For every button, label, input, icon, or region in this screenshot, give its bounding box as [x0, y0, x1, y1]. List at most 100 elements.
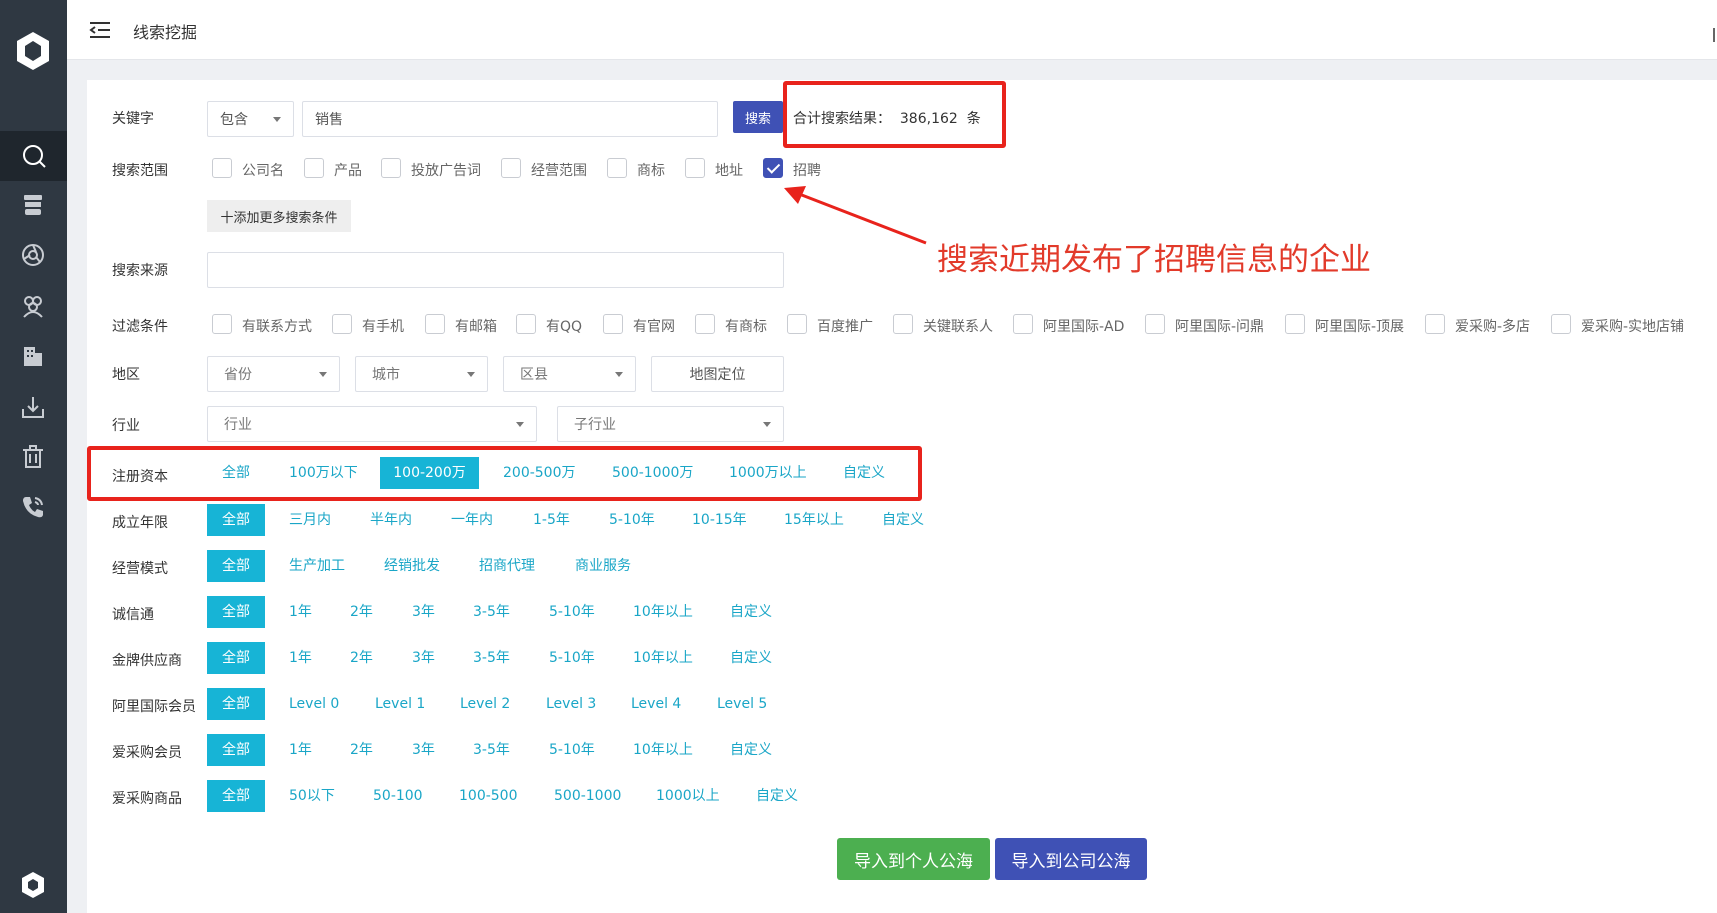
goods-option-custom[interactable]: 自定义 — [756, 780, 798, 812]
goods-option-100-500[interactable]: 100-500 — [459, 780, 518, 812]
chengxin-option-3-5y[interactable]: 3-5年 — [473, 596, 510, 628]
sub-industry-select[interactable]: 子行业 — [557, 406, 784, 442]
logo-bottom-icon[interactable] — [18, 870, 48, 900]
city-select[interactable]: 城市 — [355, 356, 488, 392]
menu-toggle-icon[interactable] — [89, 20, 111, 40]
alibaba-option-level5[interactable]: Level 5 — [717, 688, 767, 720]
phone-icon[interactable] — [15, 489, 51, 525]
filter-checkbox-trademark[interactable] — [695, 314, 715, 334]
filter-checkbox-mobile[interactable] — [332, 314, 352, 334]
search-icon[interactable] — [0, 131, 67, 181]
keyword-mode-select[interactable]: 包含 — [207, 101, 294, 137]
logo-icon[interactable] — [12, 30, 54, 72]
goods-option-under-50[interactable]: 50以下 — [289, 780, 335, 812]
scope-checkbox-product[interactable] — [304, 158, 324, 178]
aicaigou-option-10y-plus[interactable]: 10年以上 — [633, 734, 693, 766]
gold-option-2y[interactable]: 2年 — [350, 642, 373, 674]
aicaigou-option-3-5y[interactable]: 3-5年 — [473, 734, 510, 766]
scope-checkbox-ad-words[interactable] — [381, 158, 401, 178]
goods-option-all[interactable]: 全部 — [207, 780, 265, 812]
founded-option-15y-plus[interactable]: 15年以上 — [784, 504, 844, 536]
district-select[interactable]: 区县 — [503, 356, 636, 392]
filter-checkbox-aicaigou-multi[interactable] — [1425, 314, 1445, 334]
filter-checkbox-ali-dingzhan[interactable] — [1285, 314, 1305, 334]
aicaigou-option-all[interactable]: 全部 — [207, 734, 265, 766]
add-search-condition-button[interactable]: 十添加更多搜索条件 — [207, 200, 351, 232]
aicaigou-option-custom[interactable]: 自定义 — [730, 734, 772, 766]
scope-checkbox-company[interactable] — [212, 158, 232, 178]
filter-checkbox-qq[interactable] — [516, 314, 536, 334]
search-button[interactable]: 搜索 — [733, 101, 783, 133]
gold-option-5-10y[interactable]: 5-10年 — [549, 642, 595, 674]
goods-option-500-1000[interactable]: 500-1000 — [554, 780, 621, 812]
goods-option-50-100[interactable]: 50-100 — [373, 780, 423, 812]
mode-option-production[interactable]: 生产加工 — [289, 550, 345, 582]
scope-checkbox-business-scope[interactable] — [501, 158, 521, 178]
import-company-pool-button[interactable]: 导入到公司公海 — [995, 838, 1147, 880]
industry-select[interactable]: 行业 — [207, 406, 537, 442]
trash-icon[interactable] — [15, 439, 51, 475]
filter-label-ali-ad: 阿里国际-AD — [1043, 319, 1125, 335]
chengxin-option-10y-plus[interactable]: 10年以上 — [633, 596, 693, 628]
scope-checkbox-address[interactable] — [685, 158, 705, 178]
filter-checkbox-ali-wending[interactable] — [1145, 314, 1165, 334]
mode-option-wholesale[interactable]: 经销批发 — [384, 550, 440, 582]
gold-option-all[interactable]: 全部 — [207, 642, 265, 674]
download-icon[interactable] — [15, 389, 51, 425]
gold-option-3-5y[interactable]: 3-5年 — [473, 642, 510, 674]
filter-checkbox-key-contact[interactable] — [893, 314, 913, 334]
aicaigou-option-5-10y[interactable]: 5-10年 — [549, 734, 595, 766]
filter-checkbox-ali-ad[interactable] — [1013, 314, 1033, 334]
chevron-down-icon — [467, 372, 475, 377]
mode-option-service[interactable]: 商业服务 — [575, 550, 631, 582]
alibaba-option-level1[interactable]: Level 1 — [375, 688, 425, 720]
founded-option-1-5y[interactable]: 1-5年 — [533, 504, 570, 536]
chengxin-option-1y[interactable]: 1年 — [289, 596, 312, 628]
gold-option-1y[interactable]: 1年 — [289, 642, 312, 674]
chengxin-option-2y[interactable]: 2年 — [350, 596, 373, 628]
building-icon[interactable] — [15, 338, 51, 374]
aperture-icon[interactable] — [15, 237, 51, 273]
aicaigou-option-3y[interactable]: 3年 — [412, 734, 435, 766]
scope-checkbox-trademark[interactable] — [607, 158, 627, 178]
scope-checkbox-recruit[interactable] — [763, 158, 783, 178]
filter-checkbox-contact[interactable] — [212, 314, 232, 334]
alibaba-option-all[interactable]: 全部 — [207, 688, 265, 720]
chengxin-option-5-10y[interactable]: 5-10年 — [549, 596, 595, 628]
founded-option-10-15y[interactable]: 10-15年 — [692, 504, 747, 536]
founded-option-1y[interactable]: 一年内 — [451, 504, 493, 536]
top-right-mark[interactable] — [1713, 28, 1717, 42]
mode-option-agency[interactable]: 招商代理 — [479, 550, 535, 582]
goods-option-over-1000[interactable]: 1000以上 — [656, 780, 720, 812]
alibaba-option-level4[interactable]: Level 4 — [631, 688, 681, 720]
gold-option-3y[interactable]: 3年 — [412, 642, 435, 674]
chengxin-option-custom[interactable]: 自定义 — [730, 596, 772, 628]
founded-option-all[interactable]: 全部 — [207, 504, 265, 536]
aicaigou-option-2y[interactable]: 2年 — [350, 734, 373, 766]
chengxin-option-3y[interactable]: 3年 — [412, 596, 435, 628]
map-locate-label: 地图定位 — [689, 367, 746, 383]
database-icon[interactable] — [15, 187, 51, 223]
aicaigou-option-1y[interactable]: 1年 — [289, 734, 312, 766]
founded-option-5-10y[interactable]: 5-10年 — [609, 504, 655, 536]
gold-option-10y-plus[interactable]: 10年以上 — [633, 642, 693, 674]
gold-option-custom[interactable]: 自定义 — [730, 642, 772, 674]
founded-option-3m[interactable]: 三月内 — [289, 504, 331, 536]
alibaba-option-level2[interactable]: Level 2 — [460, 688, 510, 720]
filter-checkbox-aicaigou-store[interactable] — [1551, 314, 1571, 334]
mode-option-all[interactable]: 全部 — [207, 550, 265, 582]
province-select[interactable]: 省份 — [207, 356, 340, 392]
founded-option-6m[interactable]: 半年内 — [370, 504, 412, 536]
users-icon[interactable] — [15, 288, 51, 324]
filter-checkbox-email[interactable] — [425, 314, 445, 334]
alibaba-option-level0[interactable]: Level 0 — [289, 688, 339, 720]
filter-checkbox-website[interactable] — [603, 314, 623, 334]
filter-checkbox-baidu[interactable] — [787, 314, 807, 334]
alibaba-option-level3[interactable]: Level 3 — [546, 688, 596, 720]
source-input[interactable] — [207, 252, 784, 288]
keyword-input[interactable]: 销售 — [302, 101, 718, 137]
import-personal-pool-button[interactable]: 导入到个人公海 — [837, 838, 990, 880]
founded-option-custom[interactable]: 自定义 — [882, 504, 924, 536]
chengxin-option-all[interactable]: 全部 — [207, 596, 265, 628]
map-locate-button[interactable]: 地图定位 — [651, 356, 784, 392]
